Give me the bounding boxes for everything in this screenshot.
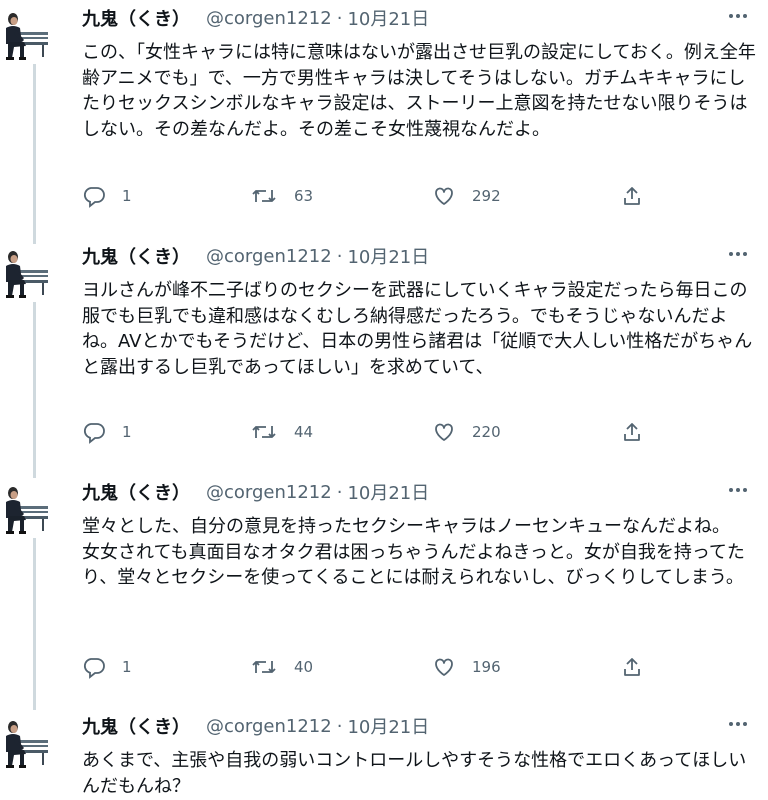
thread-line bbox=[33, 302, 36, 478]
tweet-date[interactable]: 10月21日 bbox=[347, 5, 429, 31]
author-name[interactable]: 九鬼（くき） bbox=[82, 479, 190, 505]
avatar[interactable] bbox=[0, 6, 48, 60]
tweet-date[interactable]: 10月21日 bbox=[347, 713, 429, 739]
retweet-icon bbox=[250, 655, 278, 679]
avatar[interactable] bbox=[0, 480, 48, 534]
separator: · bbox=[336, 245, 343, 267]
like-count: 292 bbox=[472, 187, 501, 205]
heart-icon bbox=[432, 655, 456, 679]
tweet-text: この、「女性キャラには特に意味はないが露出させ巨乳の設定にしておく。例え全年齢ア… bbox=[82, 42, 756, 140]
reply-count: 1 bbox=[122, 423, 132, 441]
heart-icon bbox=[432, 420, 456, 444]
separator: · bbox=[336, 715, 343, 737]
share-icon bbox=[620, 420, 644, 444]
more-icon[interactable] bbox=[726, 242, 750, 266]
reply-button[interactable]: 1 bbox=[82, 653, 132, 681]
thread-line bbox=[33, 64, 36, 244]
share-button[interactable] bbox=[620, 418, 644, 446]
separator: · bbox=[336, 481, 343, 503]
reply-icon bbox=[82, 655, 106, 679]
more-icon[interactable] bbox=[726, 478, 750, 502]
more-icon[interactable] bbox=[726, 4, 750, 28]
tweet-header: 九鬼（くき） @corgen1212 · 10月21日 bbox=[82, 478, 756, 506]
tweet-header: 九鬼（くき） @corgen1212 · 10月21日 bbox=[82, 4, 756, 32]
like-button[interactable]: 196 bbox=[432, 653, 501, 681]
author-name[interactable]: 九鬼（くき） bbox=[82, 713, 190, 739]
retweet-icon bbox=[250, 420, 278, 444]
retweet-count: 63 bbox=[294, 187, 314, 205]
more-icon[interactable] bbox=[726, 712, 750, 736]
author-handle[interactable]: @corgen1212 bbox=[206, 716, 332, 737]
author-handle[interactable]: @corgen1212 bbox=[206, 482, 332, 503]
reply-count: 1 bbox=[122, 658, 132, 676]
tweet-header: 九鬼（くき） @corgen1212 · 10月21日 bbox=[82, 712, 756, 740]
share-icon bbox=[620, 655, 644, 679]
thread-line bbox=[33, 538, 36, 710]
tweet-text: 堂々とした、自分の意見を持ったセクシーキャラはノーセンキューなんだよね。 女女さ… bbox=[82, 516, 745, 588]
tweet-actions: 1 40 196 bbox=[82, 653, 682, 681]
tweet-actions: 1 63 292 bbox=[82, 182, 682, 210]
tweet-text: ヨルさんが峰不二子ばりのセクシーを武器にしていくキャラ設定だったら毎日この服でも… bbox=[82, 280, 753, 378]
like-count: 196 bbox=[472, 658, 501, 676]
retweet-button[interactable]: 40 bbox=[250, 653, 313, 681]
author-handle[interactable]: @corgen1212 bbox=[206, 246, 332, 267]
share-button[interactable] bbox=[620, 653, 644, 681]
author-name[interactable]: 九鬼（くき） bbox=[82, 5, 190, 31]
tweet-text: あくまで、主張や自我の弱いコントロールしやすそうな性格でエロくあってほしいんだも… bbox=[82, 750, 747, 797]
tweet-date[interactable]: 10月21日 bbox=[347, 243, 429, 269]
like-button[interactable]: 220 bbox=[432, 418, 501, 446]
retweet-count: 44 bbox=[294, 423, 314, 441]
tweet-date[interactable]: 10月21日 bbox=[347, 479, 429, 505]
like-button[interactable]: 292 bbox=[432, 182, 501, 210]
like-count: 220 bbox=[472, 423, 501, 441]
separator: · bbox=[336, 7, 343, 29]
author-name[interactable]: 九鬼（くき） bbox=[82, 243, 190, 269]
reply-button[interactable]: 1 bbox=[82, 182, 132, 210]
share-button[interactable] bbox=[620, 182, 644, 210]
reply-button[interactable]: 1 bbox=[82, 418, 132, 446]
reply-count: 1 bbox=[122, 187, 132, 205]
avatar[interactable] bbox=[0, 244, 48, 298]
retweet-button[interactable]: 44 bbox=[250, 418, 313, 446]
retweet-count: 40 bbox=[294, 658, 314, 676]
avatar[interactable] bbox=[0, 714, 48, 768]
share-icon bbox=[620, 184, 644, 208]
reply-icon bbox=[82, 420, 106, 444]
tweet-header: 九鬼（くき） @corgen1212 · 10月21日 bbox=[82, 242, 756, 270]
author-handle[interactable]: @corgen1212 bbox=[206, 8, 332, 29]
reply-icon bbox=[82, 184, 106, 208]
retweet-button[interactable]: 63 bbox=[250, 182, 313, 210]
heart-icon bbox=[432, 184, 456, 208]
retweet-icon bbox=[250, 184, 278, 208]
tweet-actions: 1 44 220 bbox=[82, 418, 682, 446]
